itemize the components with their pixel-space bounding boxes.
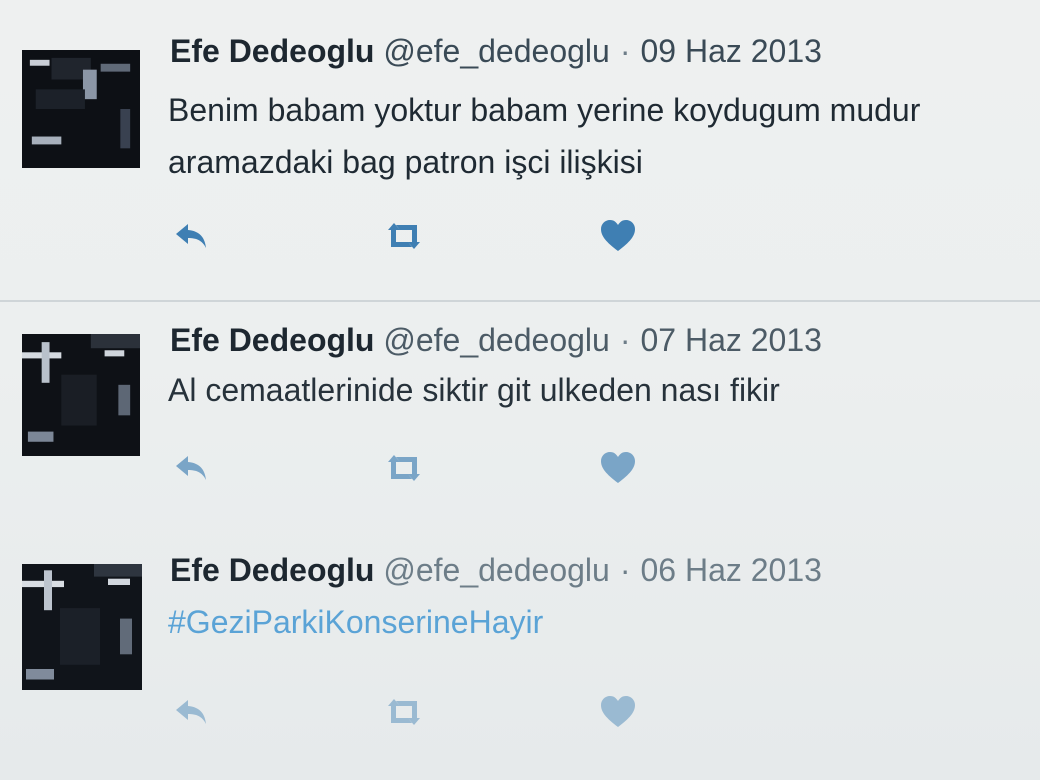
tweet-actions	[170, 692, 670, 732]
like-button[interactable]	[596, 692, 640, 732]
heart-icon	[601, 452, 635, 483]
reply-button[interactable]	[170, 692, 214, 732]
heart-icon	[601, 696, 635, 727]
tweet-date[interactable]: 09 Haz 2013	[640, 33, 821, 69]
avatar[interactable]	[22, 334, 140, 456]
retweet-icon	[388, 223, 420, 249]
tweet-actions	[170, 216, 670, 256]
tweet-date[interactable]: 06 Haz 2013	[640, 552, 821, 588]
author-handle[interactable]: @efe_dedeoglu	[383, 33, 609, 69]
tweet-text: #GeziParkiKonserineHayir	[168, 596, 1038, 648]
avatar[interactable]	[22, 564, 142, 690]
author-name[interactable]: Efe Dedeoglu	[170, 33, 374, 69]
tweet-text-line: Benim babam yoktur babam yerine koydugum…	[168, 92, 921, 128]
hashtag-link[interactable]: #GeziParkiKonserineHayir	[168, 596, 1038, 648]
avatar[interactable]	[22, 50, 140, 168]
tweet-item[interactable]: Efe Dedeoglu @efe_dedeoglu · 09 Haz 2013 B…	[0, 0, 1040, 300]
author-name[interactable]: Efe Dedeoglu	[170, 552, 374, 588]
like-button[interactable]	[596, 448, 640, 488]
header-separator: ·	[619, 33, 631, 69]
heart-icon	[601, 220, 635, 251]
reply-button[interactable]	[170, 216, 214, 256]
tweet-header: Efe Dedeoglu @efe_dedeoglu · 07 Haz 2013	[170, 322, 822, 359]
tweet-text-line: aramazdaki bag patron işci ilişkisi	[168, 144, 643, 180]
author-name[interactable]: Efe Dedeoglu	[170, 322, 374, 358]
reply-icon	[176, 456, 206, 480]
tweet-item[interactable]: Efe Dedeoglu @efe_dedeoglu · 06 Haz 2013 #…	[0, 540, 1040, 780]
reply-icon	[176, 224, 206, 248]
reply-button[interactable]	[170, 448, 214, 488]
tweet-text: Al cemaatlerinide siktir git ulkeden nas…	[168, 364, 1038, 416]
tweet-text: Benim babam yoktur babam yerine koydugum…	[168, 84, 1038, 188]
tweet-actions	[170, 448, 670, 488]
retweet-icon	[388, 455, 420, 481]
retweet-button[interactable]	[382, 692, 426, 732]
retweet-button[interactable]	[382, 216, 426, 256]
tweet-text-line: Al cemaatlerinide siktir git ulkeden nas…	[168, 372, 780, 408]
header-separator: ·	[619, 322, 631, 358]
reply-icon	[176, 700, 206, 724]
tweet-date[interactable]: 07 Haz 2013	[640, 322, 821, 358]
tweet-item[interactable]: Efe Dedeoglu @efe_dedeoglu · 07 Haz 2013 A…	[0, 300, 1040, 540]
author-handle[interactable]: @efe_dedeoglu	[383, 552, 609, 588]
tweet-header: Efe Dedeoglu @efe_dedeoglu · 06 Haz 2013	[170, 552, 822, 589]
author-handle[interactable]: @efe_dedeoglu	[383, 322, 609, 358]
like-button[interactable]	[596, 216, 640, 256]
tweet-header: Efe Dedeoglu @efe_dedeoglu · 09 Haz 2013	[170, 33, 822, 70]
retweet-button[interactable]	[382, 448, 426, 488]
header-separator: ·	[619, 552, 631, 588]
retweet-icon	[388, 699, 420, 725]
